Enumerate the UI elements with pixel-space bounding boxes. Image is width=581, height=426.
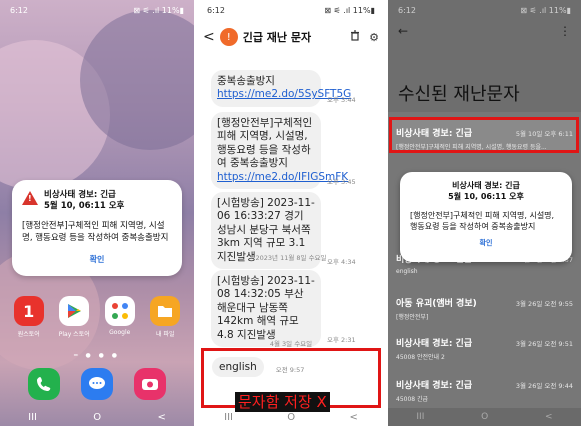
app-google-folder[interactable]: Google [100, 296, 140, 338]
app-label: 내 파일 [156, 331, 175, 338]
back-button[interactable]: < [349, 412, 357, 423]
item-preview: 45008 긴급 [396, 396, 429, 403]
item-time: 5월 10일 오후 6:11 [515, 130, 573, 138]
page-title: 수신된 재난문자 [398, 84, 520, 105]
home-button[interactable]: O [287, 412, 295, 423]
app-label: Google [109, 329, 131, 336]
message-text: [시험방송] 2023-11-08 14:32:05 부산 해운대구 남동쪽 1… [217, 275, 315, 341]
status-bar: 6:12 ⊠ ⚟ .ıl 11%▮ [197, 0, 385, 20]
item-title: 비상사태 경보: 긴급 [396, 129, 473, 139]
back-button[interactable]: < [157, 412, 165, 423]
back-arrow-icon[interactable]: < [203, 29, 215, 45]
list-item[interactable]: 비상사태 경보: 긴급 3월 26일 오전 9:44 45008 긴급 [388, 378, 581, 403]
dialog-ok-button[interactable]: 확인 [410, 238, 562, 248]
conversation-header: < ! 긴급 재난 문자 ⚙ [197, 22, 385, 52]
item-preview: english [396, 268, 418, 275]
status-time: 6:12 [207, 5, 225, 15]
status-bar: 6:12 ⊠ ⚟ .ıl 11%▮ [388, 0, 581, 20]
message-text: english [212, 357, 264, 377]
back-arrow-icon[interactable]: ← [398, 24, 408, 38]
message-item: 중복송출방지 https://me2.do/5SySFT5G 오후 3:44 [211, 70, 381, 107]
item-preview: [행정안전부]구체적인 피해 지역명, 시설명, 행동요령 등을... [396, 144, 547, 151]
app-bar: ← ⋮ [388, 24, 581, 38]
app-label: 원스토어 [17, 331, 40, 338]
date-separator: 4월 3일 수요일 [269, 340, 313, 348]
alert-title: 비상사태 경보: 긴급 [44, 190, 116, 200]
item-preview: 45008 안전안내 2 [396, 354, 445, 361]
status-icons: ⊠ ⚟ .ıl 11%▮ [324, 5, 375, 15]
item-time: 3월 26일 오전 9:51 [515, 340, 573, 348]
item-preview: [행정안전부] [396, 314, 429, 321]
conversation-title: 긴급 재난 문자 [242, 31, 312, 44]
dock [0, 368, 194, 400]
phone-icon[interactable] [28, 368, 61, 400]
status-bar: 6:12 ⊠ ⚟ .ıl 11%▮ [0, 0, 194, 20]
dialog-datetime: 5월 10, 06:11 오후 [448, 192, 524, 201]
settings-gear-icon[interactable]: ⚙ [369, 31, 379, 44]
message-item: [행정안전부]구체적인 피해 지역명, 시설명, 행동요령 등을 작성하여 중복… [211, 112, 381, 190]
emergency-alert-popup: ! 비상사태 경보: 긴급 5월 10, 06:11 오후 [행정안전부]구체적… [12, 180, 182, 276]
back-button[interactable]: < [545, 412, 553, 422]
app-label: Play 스토어 [58, 331, 90, 338]
home-button[interactable]: O [481, 412, 488, 422]
item-title: 아동 유괴(앰버 경보) [396, 299, 477, 309]
more-menu-icon[interactable]: ⋮ [559, 24, 571, 38]
alert-datetime: 5월 10, 06:11 오후 [44, 201, 125, 211]
message-bubble: 중복송출방지 https://me2.do/5SySFT5G [211, 70, 351, 107]
nav-bar: III O < [388, 408, 581, 426]
message-bubble: [행정안전부]구체적인 피해 지역명, 시설명, 행동요령 등을 작성하여 중복… [211, 112, 348, 190]
disaster-list-panel: 6:12 ⊠ ⚟ .ıl 11%▮ ← ⋮ 수신된 재난문자 비상사태 경보: … [388, 0, 581, 426]
recent-apps-button[interactable]: III [224, 412, 233, 423]
item-time: 3월 26일 오전 9:55 [515, 300, 573, 308]
message-text: [행정안전부]구체적인 피해 지역명, 시설명, 행동요령 등을 작성하여 중복… [217, 117, 313, 170]
list-item[interactable]: 비상사태 경보: 긴급 3월 26일 오전 9:51 45008 안전안내 2 [388, 336, 581, 361]
list-item[interactable]: 아동 유괴(앰버 경보) 3월 26일 오전 9:55 [행정안전부] [388, 296, 581, 321]
message-time: 오후 3:44 [327, 95, 356, 104]
home-screen-panel: 6:12 ⊠ ⚟ .ıl 11%▮ ! 비상사태 경보: 긴급 5월 10, 0… [0, 0, 194, 426]
date-separator: 2023년 11월 8일 수요일 [255, 254, 327, 262]
warning-avatar-icon: ! [219, 28, 238, 46]
screenshot-root: 6:12 ⊠ ⚟ .ıl 11%▮ ! 비상사태 경보: 긴급 5월 10, 0… [0, 0, 581, 426]
status-icons: ⊠ ⚟ .ıl 11%▮ [520, 5, 571, 15]
nav-bar: III O < [197, 408, 385, 426]
camera-icon[interactable] [133, 368, 166, 400]
nav-bar: III O < [0, 408, 194, 426]
status-icons: ⊠ ⚟ .ıl 11%▮ [133, 5, 184, 15]
message-time: 오전 9:57 [275, 366, 305, 374]
page-indicator: ━ ● ● ● [73, 352, 121, 359]
status-time: 6:12 [10, 5, 28, 15]
warning-icon: ! [22, 191, 38, 205]
item-time: 3월 26일 오전 9:44 [515, 382, 573, 390]
dialog-body: [행정안전부]구체적인 피해 지역명, 시설명, 행동요령 등을 작성하여 중복… [410, 211, 555, 231]
google-folder-icon [104, 296, 135, 326]
status-time: 6:12 [398, 5, 416, 15]
message-text: 중복송출방지 [217, 75, 275, 87]
conversation-panel: 6:12 ⊠ ⚟ .ıl 11%▮ < ! 긴급 재난 문자 ⚙ 중복송출방지 … [197, 0, 385, 426]
alert-ok-button[interactable]: 확인 [22, 254, 172, 265]
message-time: 오후 3:45 [327, 178, 356, 187]
onestore-icon: 1 [13, 296, 44, 326]
alert-body: [행정안전부]구체적인 피해 지역명, 시설명, 행동요령 등을 작성하여 중복… [22, 221, 169, 243]
recent-apps-button[interactable]: III [416, 412, 424, 422]
message-bubble: [시험방송] 2023-11-08 14:32:05 부산 해운대구 남동쪽 1… [211, 270, 321, 348]
app-play-store[interactable]: Play 스토어 [54, 296, 94, 338]
message-item: [시험방송] 2023-11-08 14:32:05 부산 해운대구 남동쪽 1… [211, 270, 381, 348]
app-row: 1 원스토어 Play 스토어 Google 내 파일 [0, 296, 194, 338]
messages-icon[interactable] [80, 368, 113, 400]
home-button[interactable]: O [93, 412, 101, 423]
app-my-files[interactable]: 내 파일 [145, 296, 185, 338]
play-store-icon [59, 296, 90, 326]
item-title: 비상사태 경보: 긴급 [396, 339, 473, 349]
list-item[interactable]: 비상사태 경보: 긴급 5월 10일 오후 6:11 [행정안전부]구체적인 피… [388, 126, 581, 151]
alert-detail-dialog: 비상사태 경보: 긴급 5월 10, 06:11 오후 [행정안전부]구체적인 … [400, 172, 572, 262]
list-header-area: 6:12 ⊠ ⚟ .ıl 11%▮ ← ⋮ 수신된 재난문자 [388, 0, 581, 112]
dialog-title: 비상사태 경보: 긴급 [452, 181, 520, 190]
trash-icon[interactable] [350, 30, 360, 44]
item-title: 비상사태 경보: 긴급 [396, 381, 473, 391]
recent-apps-button[interactable]: III [28, 412, 37, 423]
app-onestore[interactable]: 1 원스토어 [9, 296, 49, 338]
my-files-icon [150, 296, 181, 326]
